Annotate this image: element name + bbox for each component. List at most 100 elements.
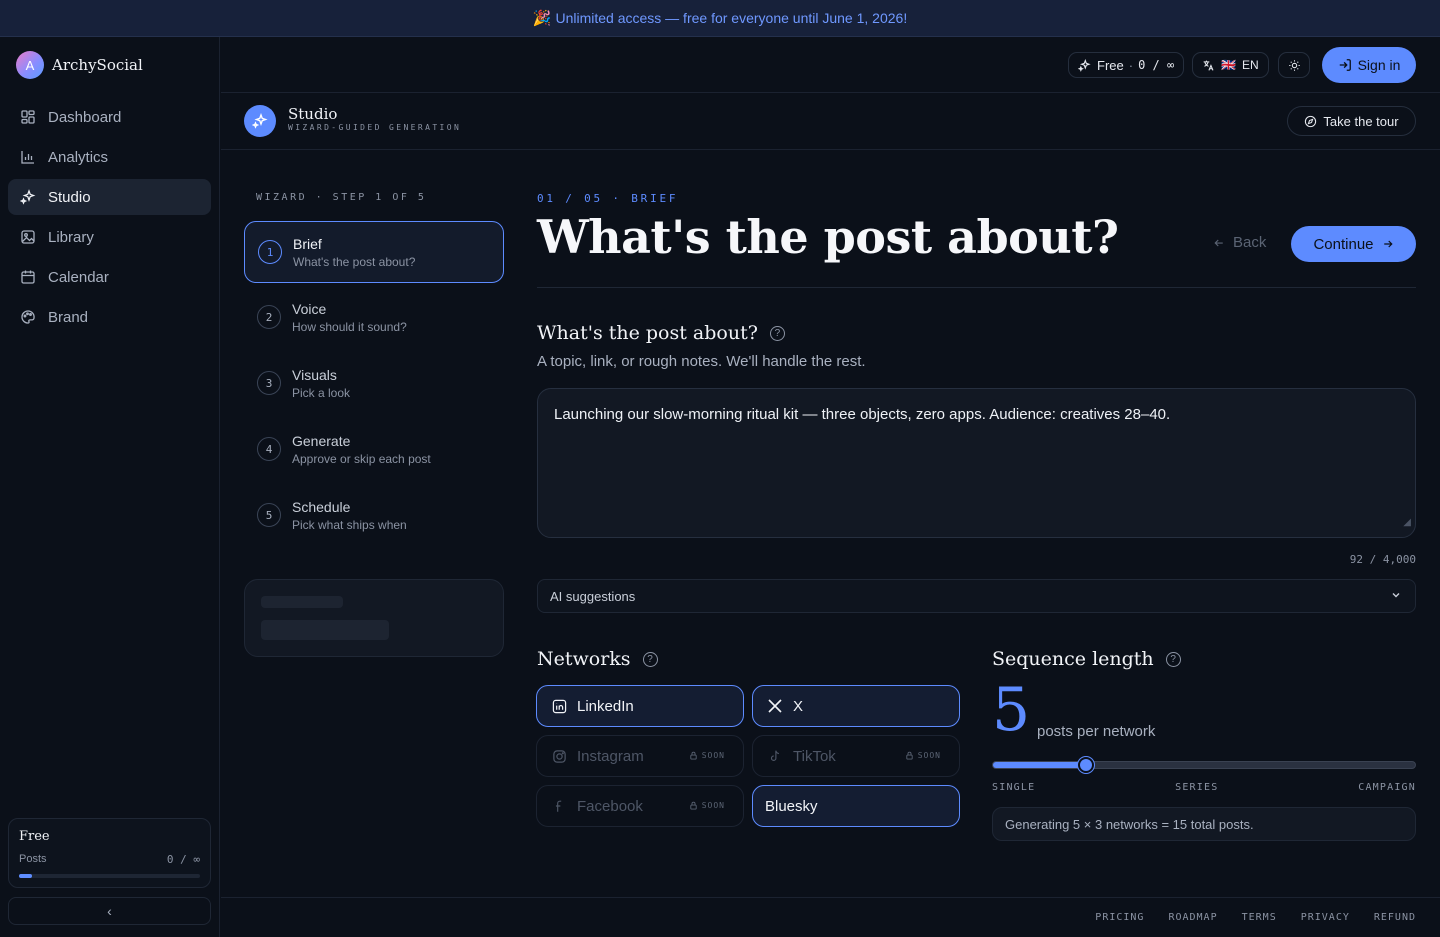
step-description: Pick what ships when bbox=[292, 518, 407, 532]
network-x[interactable]: X bbox=[752, 685, 960, 727]
network-name: Facebook bbox=[577, 797, 643, 815]
brand[interactable]: A ArchySocial bbox=[0, 37, 219, 93]
skeleton-line bbox=[261, 596, 343, 608]
footer-link-roadmap[interactable]: ROADMAP bbox=[1168, 912, 1217, 923]
character-counter: 92 / 4,000 bbox=[1349, 553, 1416, 566]
question-title-text: What's the post about? bbox=[537, 322, 758, 344]
network-linkedin[interactable]: LinkedIn bbox=[536, 685, 744, 727]
step-description: How should it sound? bbox=[292, 320, 407, 334]
language-code: EN bbox=[1241, 58, 1259, 72]
bar-chart-icon bbox=[20, 149, 36, 165]
lock-icon bbox=[690, 751, 697, 760]
take-tour-button[interactable]: Take the tour bbox=[1287, 106, 1416, 136]
calendar-icon bbox=[20, 269, 36, 285]
help-icon[interactable]: ? bbox=[769, 325, 785, 341]
brief-textarea[interactable]: Launching our slow-morning ritual kit — … bbox=[537, 388, 1416, 538]
palette-icon bbox=[20, 309, 36, 325]
dashboard-icon bbox=[20, 109, 36, 125]
sidebar-item-brand[interactable]: Brand bbox=[8, 299, 211, 335]
footer: PRICING ROADMAP TERMS PRIVACY REFUND bbox=[221, 897, 1440, 937]
language-selector[interactable]: 🇬🇧 EN bbox=[1192, 52, 1269, 78]
x-icon bbox=[767, 698, 783, 714]
footer-link-privacy[interactable]: PRIVACY bbox=[1301, 912, 1350, 923]
sequence-unit: posts per network bbox=[1037, 723, 1156, 740]
plan-pill[interactable]: Free · 0 / ∞ bbox=[1068, 52, 1185, 78]
tiktok-icon bbox=[767, 748, 783, 764]
wizard-step-generate[interactable]: 4 Generate Approve or skip each post bbox=[244, 419, 504, 481]
image-icon bbox=[20, 229, 36, 245]
sidebar: A ArchySocial Dashboard Analytics Studio bbox=[0, 37, 220, 937]
usage-progress-fill bbox=[19, 874, 32, 878]
question-description: A topic, link, or rough notes. We'll han… bbox=[537, 353, 866, 370]
network-bluesky[interactable]: Bluesky bbox=[752, 785, 960, 827]
party-icon: 🎉 bbox=[532, 10, 552, 27]
network-instagram: Instagram SOON bbox=[536, 735, 744, 777]
help-icon[interactable]: ? bbox=[1165, 651, 1181, 667]
sequence-slider[interactable] bbox=[992, 757, 1416, 773]
sign-in-icon bbox=[1339, 59, 1351, 71]
soon-label: SOON bbox=[701, 751, 725, 760]
back-label: Back bbox=[1233, 234, 1267, 251]
theme-toggle[interactable] bbox=[1278, 52, 1310, 78]
instagram-icon bbox=[551, 748, 567, 764]
footer-link-pricing[interactable]: PRICING bbox=[1095, 912, 1144, 923]
sequence-title: Sequence length ? bbox=[992, 648, 1181, 670]
network-name: X bbox=[793, 697, 804, 715]
network-tiktok: TikTok SOON bbox=[752, 735, 960, 777]
app-name: ArchySocial bbox=[52, 56, 143, 74]
top-bar: Free · 0 / ∞ 🇬🇧 EN Sign in bbox=[221, 37, 1440, 93]
network-facebook: Facebook SOON bbox=[536, 785, 744, 827]
wizard-step-brief[interactable]: 1 Brief What's the post about? bbox=[244, 221, 504, 283]
sequence-value: 5 bbox=[992, 675, 1031, 745]
slider-label-series: SERIES bbox=[1175, 782, 1219, 793]
sidebar-item-label: Dashboard bbox=[48, 108, 122, 126]
wizard-step-schedule[interactable]: 5 Schedule Pick what ships when bbox=[244, 485, 504, 547]
step-description: Pick a look bbox=[292, 386, 351, 400]
step-title: Visuals bbox=[292, 367, 337, 383]
step-title: Generate bbox=[292, 433, 351, 449]
banner-text: Unlimited access — free for everyone unt… bbox=[555, 10, 908, 26]
sidebar-item-dashboard[interactable]: Dashboard bbox=[8, 99, 211, 135]
network-name: TikTok bbox=[793, 747, 836, 765]
sparkles-icon bbox=[1078, 58, 1091, 72]
skeleton-line bbox=[261, 620, 389, 640]
networks-title-text: Networks bbox=[537, 648, 631, 670]
chevron-left-icon: ‹ bbox=[107, 903, 112, 919]
resize-handle-icon[interactable]: ◢ bbox=[1403, 513, 1411, 533]
collapse-sidebar-button[interactable]: ‹ bbox=[8, 897, 211, 925]
sidebar-item-library[interactable]: Library bbox=[8, 219, 211, 255]
ai-suggestions-dropdown[interactable]: AI suggestions bbox=[537, 579, 1416, 613]
studio-logo bbox=[244, 105, 276, 137]
network-name: Bluesky bbox=[765, 797, 818, 815]
wizard-step-visuals[interactable]: 3 Visuals Pick a look bbox=[244, 353, 504, 415]
sidebar-item-studio[interactable]: Studio bbox=[8, 179, 211, 215]
soon-label: SOON bbox=[917, 751, 941, 760]
plan-usage: 0 / ∞ bbox=[1138, 58, 1175, 72]
slider-thumb[interactable] bbox=[1077, 757, 1094, 773]
plan-title: Free bbox=[19, 829, 50, 844]
footer-link-refund[interactable]: REFUND bbox=[1374, 912, 1416, 923]
arrow-left-icon bbox=[1214, 239, 1223, 246]
step-breadcrumb: 01 / 05 · BRIEF bbox=[537, 192, 679, 205]
usage-progress-bar bbox=[19, 874, 200, 878]
sparkles-icon bbox=[252, 113, 268, 129]
translate-icon bbox=[1203, 60, 1214, 71]
slider-label-single: SINGLE bbox=[992, 782, 1036, 793]
soon-label: SOON bbox=[701, 801, 725, 810]
sidebar-item-analytics[interactable]: Analytics bbox=[8, 139, 211, 175]
sidebar-item-calendar[interactable]: Calendar bbox=[8, 259, 211, 295]
wizard-step-voice[interactable]: 2 Voice How should it sound? bbox=[244, 287, 504, 349]
network-name: Instagram bbox=[577, 747, 644, 765]
arrow-right-icon bbox=[1383, 240, 1393, 248]
back-button[interactable]: Back bbox=[1213, 234, 1266, 251]
footer-link-terms[interactable]: TERMS bbox=[1242, 912, 1277, 923]
lock-icon bbox=[906, 751, 913, 760]
step-number: 1 bbox=[258, 240, 282, 264]
help-icon[interactable]: ? bbox=[642, 651, 658, 667]
loading-skeleton-card bbox=[244, 579, 504, 657]
continue-button[interactable]: Continue bbox=[1291, 226, 1416, 262]
step-number: 5 bbox=[257, 503, 281, 527]
sparkles-icon bbox=[20, 189, 36, 205]
step-title: Voice bbox=[292, 301, 327, 317]
sign-in-button[interactable]: Sign in bbox=[1322, 47, 1416, 83]
